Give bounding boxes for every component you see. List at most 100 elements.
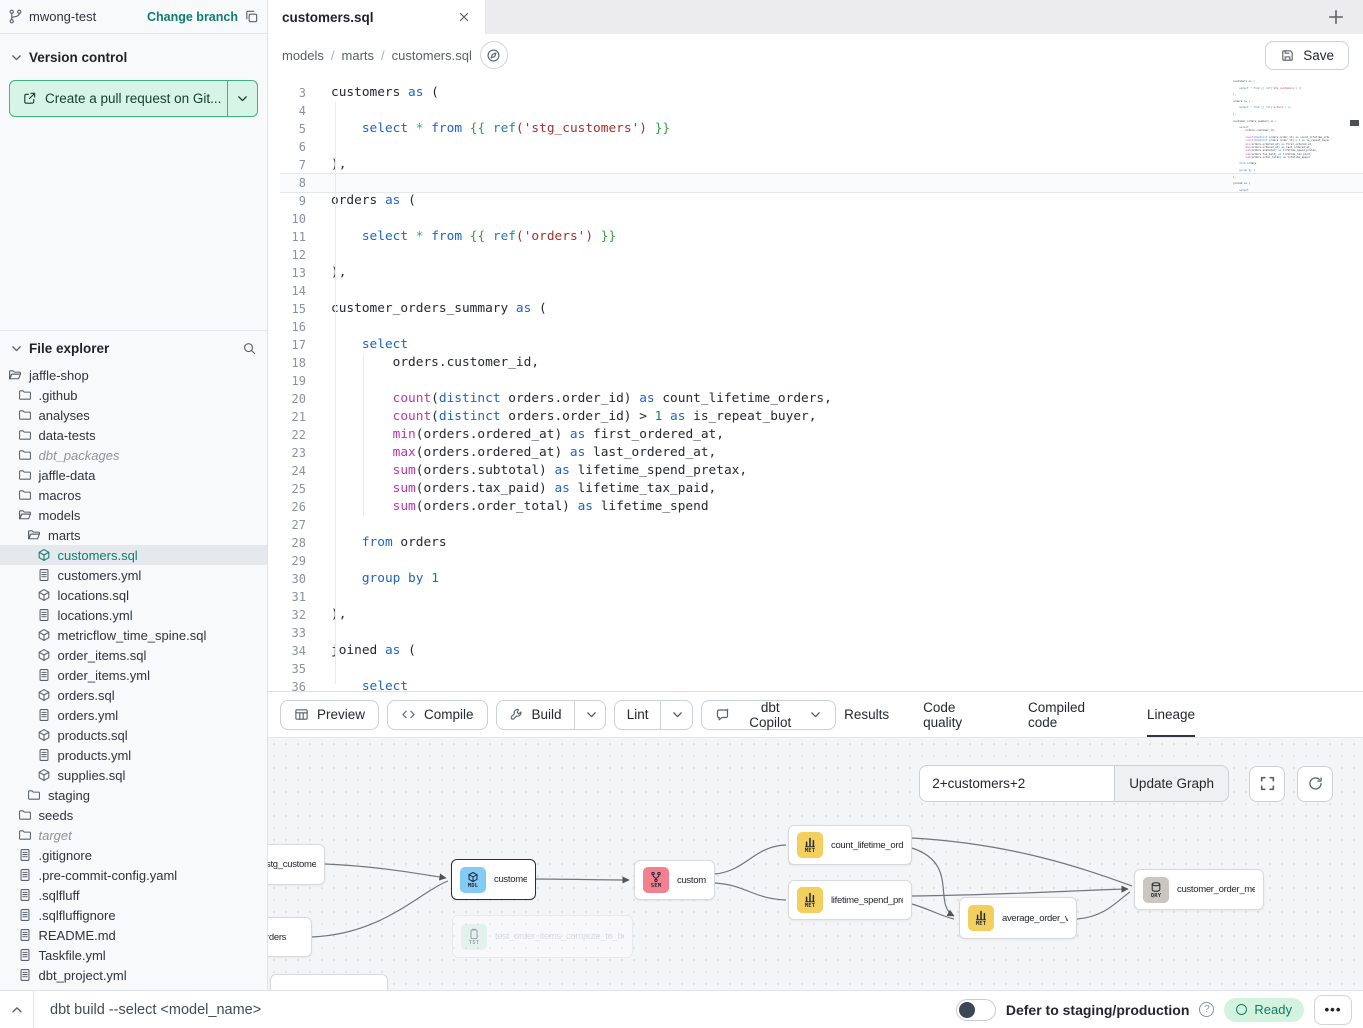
code-line[interactable]: 22 min(orders.ordered_at) as first_order… bbox=[280, 426, 1363, 444]
tree-item-orders.sql[interactable]: orders.sql bbox=[0, 685, 267, 705]
build-caret-button[interactable] bbox=[574, 701, 606, 729]
tree-item-customers.sql[interactable]: customers.sql bbox=[0, 545, 267, 565]
tab-compiled-code[interactable]: Compiled code bbox=[1028, 692, 1113, 737]
tree-item-dbt_project.yml[interactable]: dbt_project.yml bbox=[0, 965, 267, 985]
tree-item-staging[interactable]: staging bbox=[0, 785, 267, 805]
dbt-command-text[interactable]: dbt build --select <model_name> bbox=[50, 1002, 261, 1018]
copy-icon[interactable] bbox=[244, 9, 259, 24]
code-line[interactable]: 25 sum(orders.tax_paid) as lifetime_tax_… bbox=[280, 480, 1363, 498]
breadcrumb-file[interactable]: customers.sql bbox=[392, 48, 472, 63]
save-button[interactable]: Save bbox=[1265, 41, 1349, 70]
lineage-panel[interactable]: MDLstg_customersMDLordersMDLcustomersTST… bbox=[268, 738, 1363, 990]
code-line[interactable]: 35 bbox=[280, 660, 1363, 678]
help-icon[interactable]: ? bbox=[1199, 1002, 1214, 1017]
tree-item-Taskfile.yml[interactable]: Taskfile.yml bbox=[0, 945, 267, 965]
lineage-node-count_lifetime_orders[interactable]: METcount_lifetime_orders bbox=[788, 825, 912, 865]
tree-item-.pre-commit-config.yaml[interactable]: .pre-commit-config.yaml bbox=[0, 865, 267, 885]
code-line[interactable]: 13), bbox=[280, 264, 1363, 282]
code-line[interactable]: 23 max(orders.ordered_at) as last_ordere… bbox=[280, 444, 1363, 462]
code-line[interactable]: 16 bbox=[280, 318, 1363, 336]
code-line[interactable]: 27 bbox=[280, 516, 1363, 534]
lineage-selector-input[interactable] bbox=[919, 765, 1114, 802]
code-line[interactable]: 10 bbox=[280, 210, 1363, 228]
tree-item-metricflow_time_spine.sql[interactable]: metricflow_time_spine.sql bbox=[0, 625, 267, 645]
tree-item-order_items.yml[interactable]: order_items.yml bbox=[0, 665, 267, 685]
collapse-panel-button[interactable] bbox=[0, 991, 34, 1028]
scrollbar-marker[interactable] bbox=[1350, 120, 1359, 126]
lineage-node-partial-node[interactable] bbox=[270, 974, 388, 990]
code-line[interactable]: 20 count(distinct orders.order_id) as co… bbox=[280, 390, 1363, 408]
defer-toggle[interactable] bbox=[956, 999, 996, 1021]
tree-item-locations.sql[interactable]: locations.sql bbox=[0, 585, 267, 605]
refresh-button[interactable] bbox=[1297, 766, 1333, 802]
breadcrumb-models[interactable]: models bbox=[282, 48, 324, 63]
tree-item-models[interactable]: models bbox=[0, 505, 267, 525]
code-line[interactable]: 7), bbox=[280, 156, 1363, 174]
code-line[interactable]: 36 select bbox=[280, 678, 1363, 692]
code-line[interactable]: 18 orders.customer_id, bbox=[280, 354, 1363, 372]
tree-item-supplies.sql[interactable]: supplies.sql bbox=[0, 765, 267, 785]
tree-item-.github[interactable]: .github bbox=[0, 385, 267, 405]
code-line[interactable]: 11 select * from {{ ref('orders') }} bbox=[280, 228, 1363, 246]
code-line[interactable]: 26 sum(orders.order_total) as lifetime_s… bbox=[280, 498, 1363, 516]
code-line[interactable]: 29 bbox=[280, 552, 1363, 570]
lineage-node-customers-semantic[interactable]: SEMcustomers bbox=[634, 860, 715, 900]
status-badge[interactable]: Ready bbox=[1224, 998, 1304, 1022]
code-editor[interactable]: 3customers as (4 5 select * from {{ ref(… bbox=[268, 76, 1363, 692]
code-line[interactable]: 12 bbox=[280, 246, 1363, 264]
code-lines[interactable]: 3customers as (4 5 select * from {{ ref(… bbox=[268, 76, 1363, 692]
tree-item-seeds[interactable]: seeds bbox=[0, 805, 267, 825]
code-line[interactable]: 9orders as ( bbox=[280, 192, 1363, 210]
fullscreen-button[interactable] bbox=[1249, 766, 1285, 802]
tree-item-locations.yml[interactable]: locations.yml bbox=[0, 605, 267, 625]
code-line[interactable]: 14 bbox=[280, 282, 1363, 300]
code-line[interactable]: 17 select bbox=[280, 336, 1363, 354]
lineage-node-lifetime_spend_pretax[interactable]: METlifetime_spend_pretax bbox=[788, 880, 912, 920]
tree-item-jaffle-shop[interactable]: jaffle-shop bbox=[0, 365, 267, 385]
code-line[interactable]: 30 group by 1 bbox=[280, 570, 1363, 588]
tree-item-marts[interactable]: marts bbox=[0, 525, 267, 545]
version-control-header[interactable]: Version control bbox=[0, 42, 267, 72]
tab-results[interactable]: Results bbox=[844, 692, 889, 737]
code-line[interactable]: 8 bbox=[280, 174, 1363, 192]
change-branch-link[interactable]: Change branch bbox=[147, 10, 238, 24]
code-line[interactable]: 34joined as ( bbox=[280, 642, 1363, 660]
tree-item-.sqlfluff[interactable]: .sqlfluff bbox=[0, 885, 267, 905]
tree-item-dbt_packages[interactable]: dbt_packages bbox=[0, 445, 267, 465]
lineage-node-customers-model[interactable]: MDLcustomers bbox=[451, 859, 536, 900]
tree-item-data-tests[interactable]: data-tests bbox=[0, 425, 267, 445]
dbt-copilot-button[interactable]: dbt Copilot bbox=[701, 700, 836, 730]
code-line[interactable]: 32), bbox=[280, 606, 1363, 624]
breadcrumb-marts[interactable]: marts bbox=[342, 48, 375, 63]
docs-compass-button[interactable] bbox=[480, 41, 508, 69]
tree-item-analyses[interactable]: analyses bbox=[0, 405, 267, 425]
tree-item-products.yml[interactable]: products.yml bbox=[0, 745, 267, 765]
tab-customers-sql[interactable]: customers.sql bbox=[268, 0, 486, 34]
tree-item-README.md[interactable]: README.md bbox=[0, 925, 267, 945]
tab-lineage[interactable]: Lineage bbox=[1147, 692, 1195, 737]
tree-item-macros[interactable]: macros bbox=[0, 485, 267, 505]
lineage-node-customer_order_metrics[interactable]: QRYcustomer_order_metrics bbox=[1134, 869, 1264, 910]
lint-button[interactable]: Lint bbox=[615, 701, 661, 729]
preview-button[interactable]: Preview bbox=[280, 700, 379, 730]
code-line[interactable]: 19 bbox=[280, 372, 1363, 390]
lineage-node-test-order-items[interactable]: TSTtest_order_items_compute_to_bools... bbox=[452, 915, 633, 958]
tree-item-.sqlfluffignore[interactable]: .sqlfluffignore bbox=[0, 905, 267, 925]
more-options-button[interactable]: ••• bbox=[1314, 995, 1352, 1025]
lint-caret-button[interactable] bbox=[660, 701, 693, 729]
tab-code-quality[interactable]: Code quality bbox=[923, 692, 994, 737]
update-graph-button[interactable]: Update Graph bbox=[1114, 765, 1229, 802]
code-line[interactable]: 6 bbox=[280, 138, 1363, 156]
tree-item-target[interactable]: target bbox=[0, 825, 267, 845]
create-pr-button[interactable]: Create a pull request on Git... bbox=[10, 81, 227, 116]
code-line[interactable]: 4 bbox=[280, 102, 1363, 120]
close-icon[interactable] bbox=[457, 10, 471, 24]
tree-item-customers.yml[interactable]: customers.yml bbox=[0, 565, 267, 585]
file-explorer-header[interactable]: File explorer bbox=[0, 331, 267, 365]
build-button[interactable]: Build bbox=[497, 701, 574, 729]
search-icon[interactable] bbox=[242, 341, 257, 356]
lineage-node-average_order_value[interactable]: METaverage_order_value bbox=[959, 897, 1077, 939]
new-tab-button[interactable] bbox=[1324, 5, 1348, 29]
tree-item-jaffle-data[interactable]: jaffle-data bbox=[0, 465, 267, 485]
code-line[interactable]: 5 select * from {{ ref('stg_customers') … bbox=[280, 120, 1363, 138]
